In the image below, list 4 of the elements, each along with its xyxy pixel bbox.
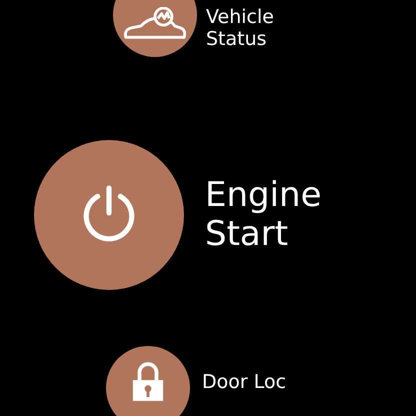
lock-icon [131,361,165,403]
action-label: Vehicle Status [206,6,274,50]
action-label: Engine Start [205,176,322,254]
action-label: Door Loc [202,372,286,394]
